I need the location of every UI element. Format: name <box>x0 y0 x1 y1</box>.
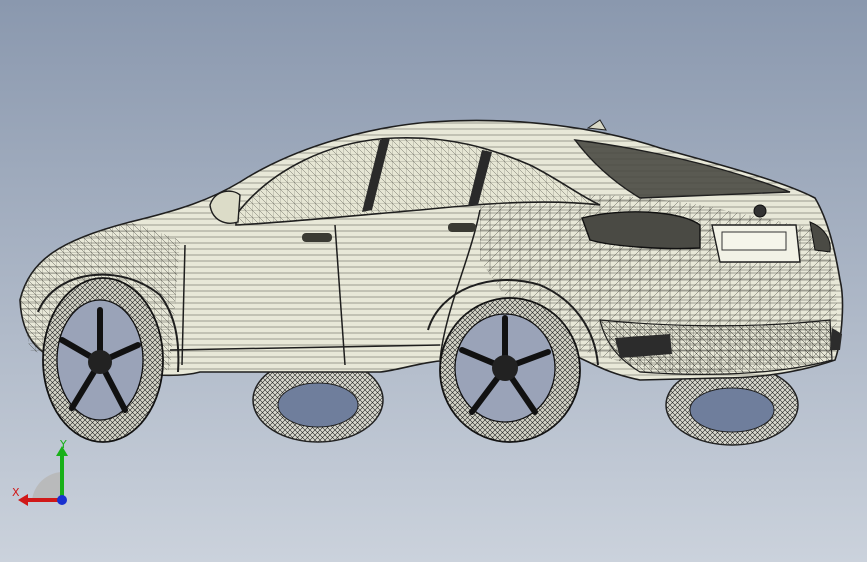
car-wireframe-model[interactable] <box>0 0 867 562</box>
y-axis-label: Y <box>59 440 67 451</box>
x-axis-label: X <box>12 486 20 499</box>
triad-quadrant <box>32 472 62 500</box>
near-rear-wheel <box>439 297 581 443</box>
rear-bumper <box>599 319 842 375</box>
near-front-wheel <box>42 277 164 443</box>
graphics-viewport[interactable]: Y X <box>0 0 867 562</box>
coordinate-triad: Y X <box>12 440 68 506</box>
z-axis-dot <box>57 495 67 505</box>
